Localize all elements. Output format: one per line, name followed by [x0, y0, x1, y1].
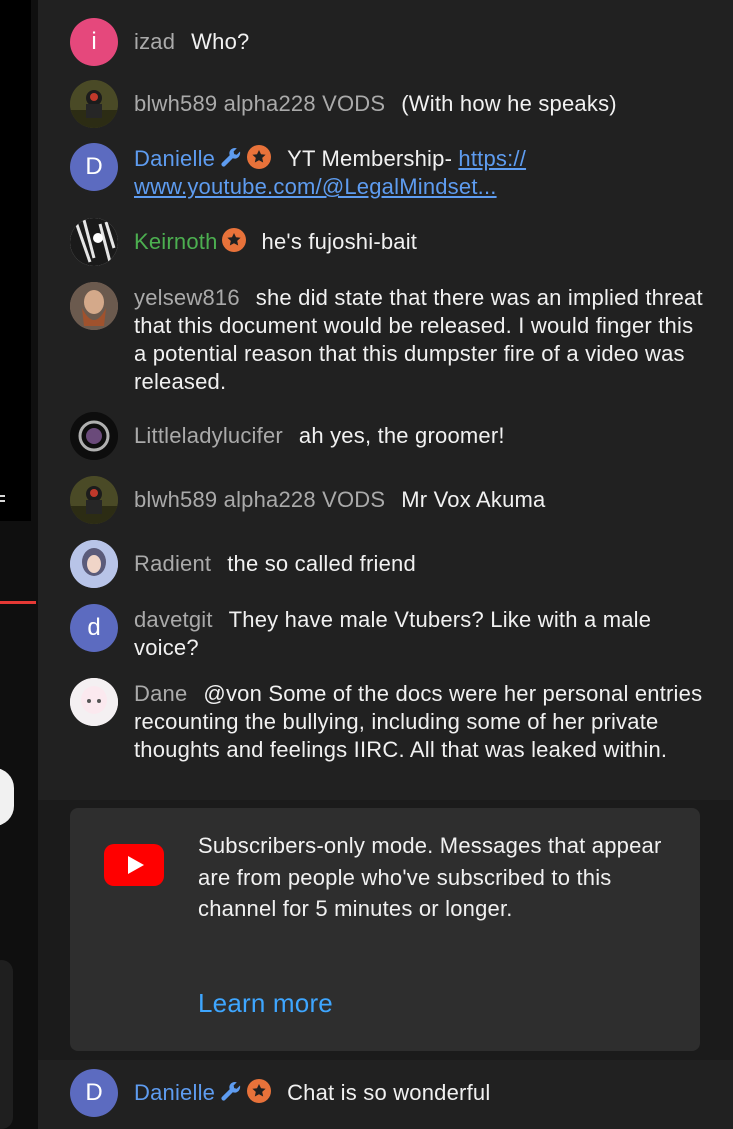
youtube-logo-icon — [104, 844, 164, 886]
avatar[interactable] — [70, 80, 118, 128]
author-name[interactable]: Dane — [134, 681, 187, 706]
author-name[interactable]: Danielle — [134, 145, 272, 171]
author-name[interactable]: Keirnoth — [134, 228, 246, 254]
message-text: he's fujoshi-bait — [261, 229, 418, 254]
star-badge-icon — [247, 145, 272, 169]
menu-icon[interactable] — [0, 492, 8, 508]
message-text: @von Some of the docs were her personal … — [134, 681, 703, 762]
avatar[interactable] — [70, 678, 118, 726]
side-panel — [0, 960, 13, 1129]
star-badge-icon — [221, 228, 246, 252]
subscribers-only-notice: Subscribers-only mode. Messages that app… — [70, 808, 700, 1051]
wrench-icon — [221, 148, 241, 167]
message-text: Chat is so wonderful — [287, 1080, 491, 1105]
video-frame[interactable] — [0, 0, 31, 521]
avatar[interactable] — [70, 282, 118, 330]
author-name[interactable]: Littleladylucifer — [134, 423, 283, 448]
notice-text: Subscribers-only mode. Messages that app… — [198, 833, 662, 921]
avatar[interactable] — [70, 218, 118, 266]
message-text: the so called friend — [227, 551, 416, 576]
player-control-button[interactable] — [0, 768, 14, 826]
avatar[interactable] — [70, 476, 118, 524]
author-name[interactable]: blwh589 alpha228 VODS — [134, 91, 385, 116]
learn-more-link[interactable]: Learn more — [198, 988, 333, 1019]
message-text: Who? — [191, 29, 250, 54]
video-progress-bar[interactable] — [0, 601, 36, 604]
author-name[interactable]: yelsew816 — [134, 285, 240, 310]
author-name[interactable]: davetgit — [134, 607, 213, 632]
avatar[interactable] — [70, 540, 118, 588]
author-name[interactable]: Danielle — [134, 1079, 272, 1105]
message-text: YT Membership- — [287, 146, 459, 171]
chat-message-list: i izad Who? blwh589 alpha228 VODS (With ho… — [38, 0, 733, 800]
live-chat-panel: i izad Who? blwh589 alpha228 VODS (With ho… — [38, 0, 733, 1129]
chat-message: D Danielle Chat is so wonderful — [38, 1060, 733, 1129]
video-player-edge[interactable] — [0, 0, 38, 1129]
author-name[interactable]: blwh589 alpha228 VODS — [134, 487, 385, 512]
avatar[interactable]: i — [70, 18, 118, 66]
avatar[interactable] — [70, 412, 118, 460]
avatar[interactable]: d — [70, 604, 118, 652]
avatar[interactable]: D — [70, 143, 118, 191]
avatar[interactable]: D — [70, 1069, 118, 1117]
author-name[interactable]: izad — [134, 29, 175, 54]
message-text: ah yes, the groomer! — [298, 423, 505, 448]
author-name[interactable]: Radient — [134, 551, 211, 576]
message-text: (With how he speaks) — [401, 91, 617, 116]
wrench-icon — [221, 1082, 241, 1101]
star-badge-icon — [247, 1079, 272, 1103]
message-text: Mr Vox Akuma — [401, 487, 546, 512]
